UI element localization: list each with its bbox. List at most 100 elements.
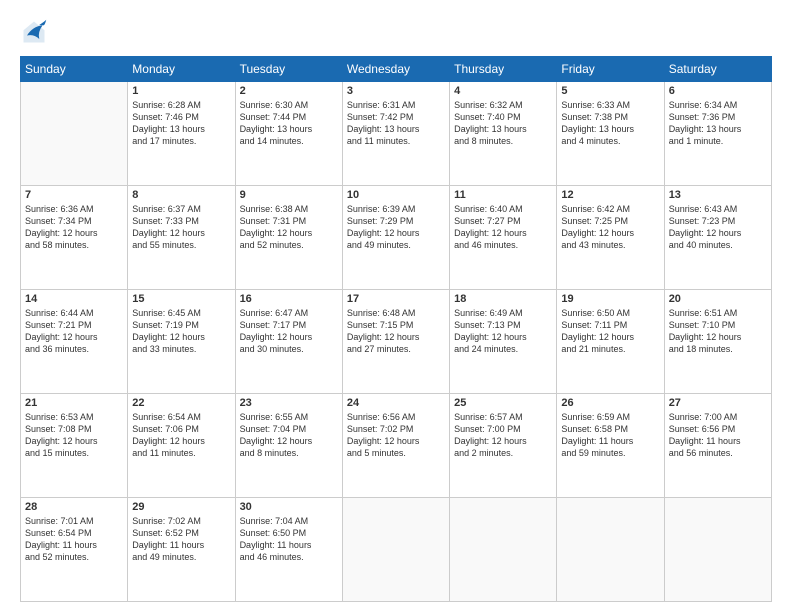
day-number: 1: [132, 85, 230, 97]
calendar-cell: [21, 82, 128, 186]
day-number: 9: [240, 189, 338, 201]
day-number: 19: [561, 293, 659, 305]
day-number: 28: [25, 501, 123, 513]
calendar-cell: 7Sunrise: 6:36 AM Sunset: 7:34 PM Daylig…: [21, 186, 128, 290]
calendar-table: SundayMondayTuesdayWednesdayThursdayFrid…: [20, 56, 772, 602]
logo: [20, 18, 52, 46]
calendar-cell: 26Sunrise: 6:59 AM Sunset: 6:58 PM Dayli…: [557, 394, 664, 498]
day-info: Sunrise: 6:49 AM Sunset: 7:13 PM Dayligh…: [454, 307, 552, 356]
day-number: 6: [669, 85, 767, 97]
day-number: 5: [561, 85, 659, 97]
day-info: Sunrise: 6:32 AM Sunset: 7:40 PM Dayligh…: [454, 99, 552, 148]
day-info: Sunrise: 6:28 AM Sunset: 7:46 PM Dayligh…: [132, 99, 230, 148]
day-info: Sunrise: 6:34 AM Sunset: 7:36 PM Dayligh…: [669, 99, 767, 148]
calendar-cell: 16 Sunrise: 6:47 AM Sunset: 7:17 PM Dayli…: [235, 290, 342, 394]
weekday-header-tuesday: Tuesday: [235, 57, 342, 82]
calendar-cell: 2Sunrise: 6:30 AM Sunset: 7:44 PM Daylig…: [235, 82, 342, 186]
calendar-cell: 22 Sunrise: 6:54 AM Sunset: 7:06 PM Dayli…: [128, 394, 235, 498]
day-number: 14: [25, 293, 123, 305]
calendar-week-1: 1 Sunrise: 6:28 AM Sunset: 7:46 PM Daylig…: [21, 82, 772, 186]
day-info: Sunrise: 6:45 AM Sunset: 7:19 PM Dayligh…: [132, 307, 230, 356]
calendar-cell: 9 Sunrise: 6:38 AM Sunset: 7:31 PM Daylig…: [235, 186, 342, 290]
calendar-header-row: SundayMondayTuesdayWednesdayThursdayFrid…: [21, 57, 772, 82]
calendar-week-5: 28 Sunrise: 7:01 AM Sunset: 6:54 PM Dayli…: [21, 498, 772, 602]
day-number: 23: [240, 397, 338, 409]
day-info: Sunrise: 6:42 AM Sunset: 7:25 PM Dayligh…: [561, 203, 659, 252]
calendar-cell: 29 Sunrise: 7:02 AM Sunset: 6:52 PM Dayli…: [128, 498, 235, 602]
day-info: Sunrise: 6:39 AM Sunset: 7:29 PM Dayligh…: [347, 203, 445, 252]
day-number: 8: [132, 189, 230, 201]
calendar-cell: [664, 498, 771, 602]
page: SundayMondayTuesdayWednesdayThursdayFrid…: [0, 0, 792, 612]
day-number: 21: [25, 397, 123, 409]
calendar-cell: 21 Sunrise: 6:53 AM Sunset: 7:08 PM Dayli…: [21, 394, 128, 498]
day-number: 16: [240, 293, 338, 305]
calendar-week-3: 14 Sunrise: 6:44 AM Sunset: 7:21 PM Dayli…: [21, 290, 772, 394]
day-info: Sunrise: 6:53 AM Sunset: 7:08 PM Dayligh…: [25, 411, 123, 460]
day-info: Sunrise: 6:50 AM Sunset: 7:11 PM Dayligh…: [561, 307, 659, 356]
day-number: 2: [240, 85, 338, 97]
day-info: Sunrise: 7:04 AM Sunset: 6:50 PM Dayligh…: [240, 515, 338, 564]
calendar-cell: 5 Sunrise: 6:33 AM Sunset: 7:38 PM Daylig…: [557, 82, 664, 186]
day-info: Sunrise: 6:55 AM Sunset: 7:04 PM Dayligh…: [240, 411, 338, 460]
calendar-cell: 19 Sunrise: 6:50 AM Sunset: 7:11 PM Dayli…: [557, 290, 664, 394]
calendar-cell: 30 Sunrise: 7:04 AM Sunset: 6:50 PM Dayli…: [235, 498, 342, 602]
calendar-cell: 20Sunrise: 6:51 AM Sunset: 7:10 PM Dayli…: [664, 290, 771, 394]
day-info: Sunrise: 6:38 AM Sunset: 7:31 PM Dayligh…: [240, 203, 338, 252]
day-info: Sunrise: 6:47 AM Sunset: 7:17 PM Dayligh…: [240, 307, 338, 356]
calendar-cell: 24 Sunrise: 6:56 AM Sunset: 7:02 PM Dayli…: [342, 394, 449, 498]
day-info: Sunrise: 6:43 AM Sunset: 7:23 PM Dayligh…: [669, 203, 767, 252]
day-number: 18: [454, 293, 552, 305]
weekday-header-monday: Monday: [128, 57, 235, 82]
calendar-cell: 28 Sunrise: 7:01 AM Sunset: 6:54 PM Dayli…: [21, 498, 128, 602]
calendar-cell: 27 Sunrise: 7:00 AM Sunset: 6:56 PM Dayli…: [664, 394, 771, 498]
day-number: 3: [347, 85, 445, 97]
day-number: 20: [669, 293, 767, 305]
calendar-cell: 15 Sunrise: 6:45 AM Sunset: 7:19 PM Dayli…: [128, 290, 235, 394]
calendar-cell: 17 Sunrise: 6:48 AM Sunset: 7:15 PM Dayli…: [342, 290, 449, 394]
day-number: 22: [132, 397, 230, 409]
calendar-week-2: 7Sunrise: 6:36 AM Sunset: 7:34 PM Daylig…: [21, 186, 772, 290]
day-number: 30: [240, 501, 338, 513]
day-number: 13: [669, 189, 767, 201]
calendar-cell: [342, 498, 449, 602]
weekday-header-friday: Friday: [557, 57, 664, 82]
day-number: 24: [347, 397, 445, 409]
day-info: Sunrise: 6:56 AM Sunset: 7:02 PM Dayligh…: [347, 411, 445, 460]
day-number: 17: [347, 293, 445, 305]
day-number: 12: [561, 189, 659, 201]
calendar-cell: 12 Sunrise: 6:42 AM Sunset: 7:25 PM Dayli…: [557, 186, 664, 290]
day-info: Sunrise: 6:48 AM Sunset: 7:15 PM Dayligh…: [347, 307, 445, 356]
calendar-cell: 13 Sunrise: 6:43 AM Sunset: 7:23 PM Dayli…: [664, 186, 771, 290]
weekday-header-wednesday: Wednesday: [342, 57, 449, 82]
day-info: Sunrise: 6:33 AM Sunset: 7:38 PM Dayligh…: [561, 99, 659, 148]
weekday-header-saturday: Saturday: [664, 57, 771, 82]
calendar-cell: 11 Sunrise: 6:40 AM Sunset: 7:27 PM Dayli…: [450, 186, 557, 290]
day-info: Sunrise: 6:37 AM Sunset: 7:33 PM Dayligh…: [132, 203, 230, 252]
calendar-cell: [557, 498, 664, 602]
logo-icon: [20, 18, 48, 46]
day-info: Sunrise: 6:40 AM Sunset: 7:27 PM Dayligh…: [454, 203, 552, 252]
calendar-cell: 25 Sunrise: 6:57 AM Sunset: 7:00 PM Dayli…: [450, 394, 557, 498]
calendar-cell: 1 Sunrise: 6:28 AM Sunset: 7:46 PM Daylig…: [128, 82, 235, 186]
calendar-cell: 3Sunrise: 6:31 AM Sunset: 7:42 PM Daylig…: [342, 82, 449, 186]
calendar-cell: 6 Sunrise: 6:34 AM Sunset: 7:36 PM Daylig…: [664, 82, 771, 186]
day-info: Sunrise: 6:57 AM Sunset: 7:00 PM Dayligh…: [454, 411, 552, 460]
calendar-cell: 23 Sunrise: 6:55 AM Sunset: 7:04 PM Dayli…: [235, 394, 342, 498]
day-info: Sunrise: 6:44 AM Sunset: 7:21 PM Dayligh…: [25, 307, 123, 356]
day-number: 29: [132, 501, 230, 513]
calendar-cell: 18 Sunrise: 6:49 AM Sunset: 7:13 PM Dayli…: [450, 290, 557, 394]
day-info: Sunrise: 6:54 AM Sunset: 7:06 PM Dayligh…: [132, 411, 230, 460]
day-number: 25: [454, 397, 552, 409]
day-info: Sunrise: 6:59 AM Sunset: 6:58 PM Dayligh…: [561, 411, 659, 460]
day-number: 15: [132, 293, 230, 305]
day-number: 27: [669, 397, 767, 409]
header: [20, 18, 772, 46]
day-info: Sunrise: 7:02 AM Sunset: 6:52 PM Dayligh…: [132, 515, 230, 564]
day-info: Sunrise: 7:00 AM Sunset: 6:56 PM Dayligh…: [669, 411, 767, 460]
day-info: Sunrise: 7:01 AM Sunset: 6:54 PM Dayligh…: [25, 515, 123, 564]
calendar-cell: 8 Sunrise: 6:37 AM Sunset: 7:33 PM Daylig…: [128, 186, 235, 290]
calendar-cell: [450, 498, 557, 602]
day-number: 11: [454, 189, 552, 201]
day-number: 4: [454, 85, 552, 97]
